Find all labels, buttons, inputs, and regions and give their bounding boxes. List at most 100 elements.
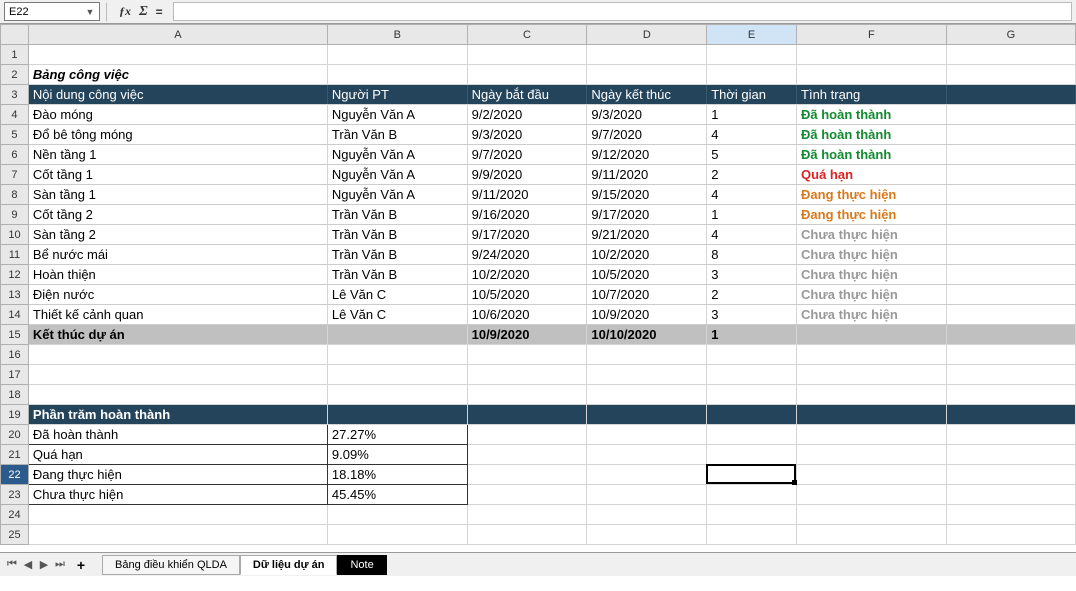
cell-A1[interactable] [28,45,327,65]
row-header-23[interactable]: 23 [1,485,29,505]
cell-G25[interactable] [946,525,1075,545]
cell-F24[interactable] [797,505,947,525]
cell-A15[interactable]: Kết thúc dự án [28,325,327,345]
cell-C16[interactable] [467,345,587,365]
col-header-G[interactable]: G [946,25,1075,45]
cell-A16[interactable] [28,345,327,365]
cell-A25[interactable] [28,525,327,545]
cell-B17[interactable] [327,365,467,385]
tab-nav-prev[interactable]: ◀ [20,557,36,573]
cell-C12[interactable]: 10/2/2020 [467,265,587,285]
cell-G13[interactable] [946,285,1075,305]
cell-E25[interactable] [707,525,797,545]
sigma-icon[interactable]: Σ [139,4,148,20]
cell-D13[interactable]: 10/7/2020 [587,285,707,305]
cell-F23[interactable] [797,485,947,505]
cell-B4[interactable]: Nguyễn Văn A [327,105,467,125]
cell-F20[interactable] [797,425,947,445]
cell-G18[interactable] [946,385,1075,405]
cell-E1[interactable] [707,45,797,65]
cell-G8[interactable] [946,185,1075,205]
cell-D17[interactable] [587,365,707,385]
name-box[interactable]: E22 ▼ [4,2,100,21]
cell-F22[interactable] [797,465,947,485]
cell-E4[interactable]: 1 [707,105,797,125]
cell-E23[interactable] [707,485,797,505]
cell-E17[interactable] [707,365,797,385]
cell-G23[interactable] [946,485,1075,505]
row-header-9[interactable]: 9 [1,205,29,225]
tab-nav-next[interactable]: ▶ [36,557,52,573]
cell-C5[interactable]: 9/3/2020 [467,125,587,145]
cell-B9[interactable]: Trần Văn B [327,205,467,225]
cell-G7[interactable] [946,165,1075,185]
cell-E20[interactable] [707,425,797,445]
cell-B7[interactable]: Nguyễn Văn A [327,165,467,185]
cell-F16[interactable] [797,345,947,365]
cell-C17[interactable] [467,365,587,385]
cell-C20[interactable] [467,425,587,445]
cell-C4[interactable]: 9/2/2020 [467,105,587,125]
cell-F21[interactable] [797,445,947,465]
cell-F6[interactable]: Đã hoàn thành [797,145,947,165]
cell-A17[interactable] [28,365,327,385]
cell-A22[interactable]: Đang thực hiện [28,465,327,485]
cell-A7[interactable]: Cốt tầng 1 [28,165,327,185]
cell-E14[interactable]: 3 [707,305,797,325]
row-header-20[interactable]: 20 [1,425,29,445]
cell-C14[interactable]: 10/6/2020 [467,305,587,325]
dropdown-icon[interactable]: ▼ [83,7,97,17]
cell-G5[interactable] [946,125,1075,145]
cell-D11[interactable]: 10/2/2020 [587,245,707,265]
col-header-C[interactable]: C [467,25,587,45]
cell-E10[interactable]: 4 [707,225,797,245]
cell-D2[interactable] [587,65,707,85]
cell-C25[interactable] [467,525,587,545]
row-header-5[interactable]: 5 [1,125,29,145]
cell-B10[interactable]: Trần Văn B [327,225,467,245]
cell-B16[interactable] [327,345,467,365]
cell-G14[interactable] [946,305,1075,325]
cell-F10[interactable]: Chưa thực hiện [797,225,947,245]
row-header-1[interactable]: 1 [1,45,29,65]
cell-B3[interactable]: Người PT [327,85,467,105]
cell-E18[interactable] [707,385,797,405]
row-header-21[interactable]: 21 [1,445,29,465]
cell-D16[interactable] [587,345,707,365]
cell-B22[interactable]: 18.18% [327,465,467,485]
cell-B21[interactable]: 9.09% [327,445,467,465]
cell-D14[interactable]: 10/9/2020 [587,305,707,325]
cell-F11[interactable]: Chưa thực hiện [797,245,947,265]
cell-C15[interactable]: 10/9/2020 [467,325,587,345]
cell-E12[interactable]: 3 [707,265,797,285]
tab-nav-last[interactable]: ⏭ [52,557,68,573]
cell-E3[interactable]: Thời gian [707,85,797,105]
row-header-12[interactable]: 12 [1,265,29,285]
cell-A10[interactable]: Sàn tầng 2 [28,225,327,245]
cell-D7[interactable]: 9/11/2020 [587,165,707,185]
cell-B11[interactable]: Trần Văn B [327,245,467,265]
cell-E6[interactable]: 5 [707,145,797,165]
cell-F4[interactable]: Đã hoàn thành [797,105,947,125]
row-header-18[interactable]: 18 [1,385,29,405]
cell-A21[interactable]: Quá hạn [28,445,327,465]
cell-F13[interactable]: Chưa thực hiện [797,285,947,305]
cell-D9[interactable]: 9/17/2020 [587,205,707,225]
cell-C10[interactable]: 9/17/2020 [467,225,587,245]
cell-B19[interactable] [327,405,467,425]
cell-G6[interactable] [946,145,1075,165]
row-header-3[interactable]: 3 [1,85,29,105]
cell-D22[interactable] [587,465,707,485]
cell-E19[interactable] [707,405,797,425]
cell-C13[interactable]: 10/5/2020 [467,285,587,305]
cell-E16[interactable] [707,345,797,365]
cell-G19[interactable] [946,405,1075,425]
cell-E2[interactable] [707,65,797,85]
col-header-B[interactable]: B [327,25,467,45]
cell-E13[interactable]: 2 [707,285,797,305]
cell-G15[interactable] [946,325,1075,345]
cell-D5[interactable]: 9/7/2020 [587,125,707,145]
cell-B1[interactable] [327,45,467,65]
cell-B18[interactable] [327,385,467,405]
cell-G21[interactable] [946,445,1075,465]
